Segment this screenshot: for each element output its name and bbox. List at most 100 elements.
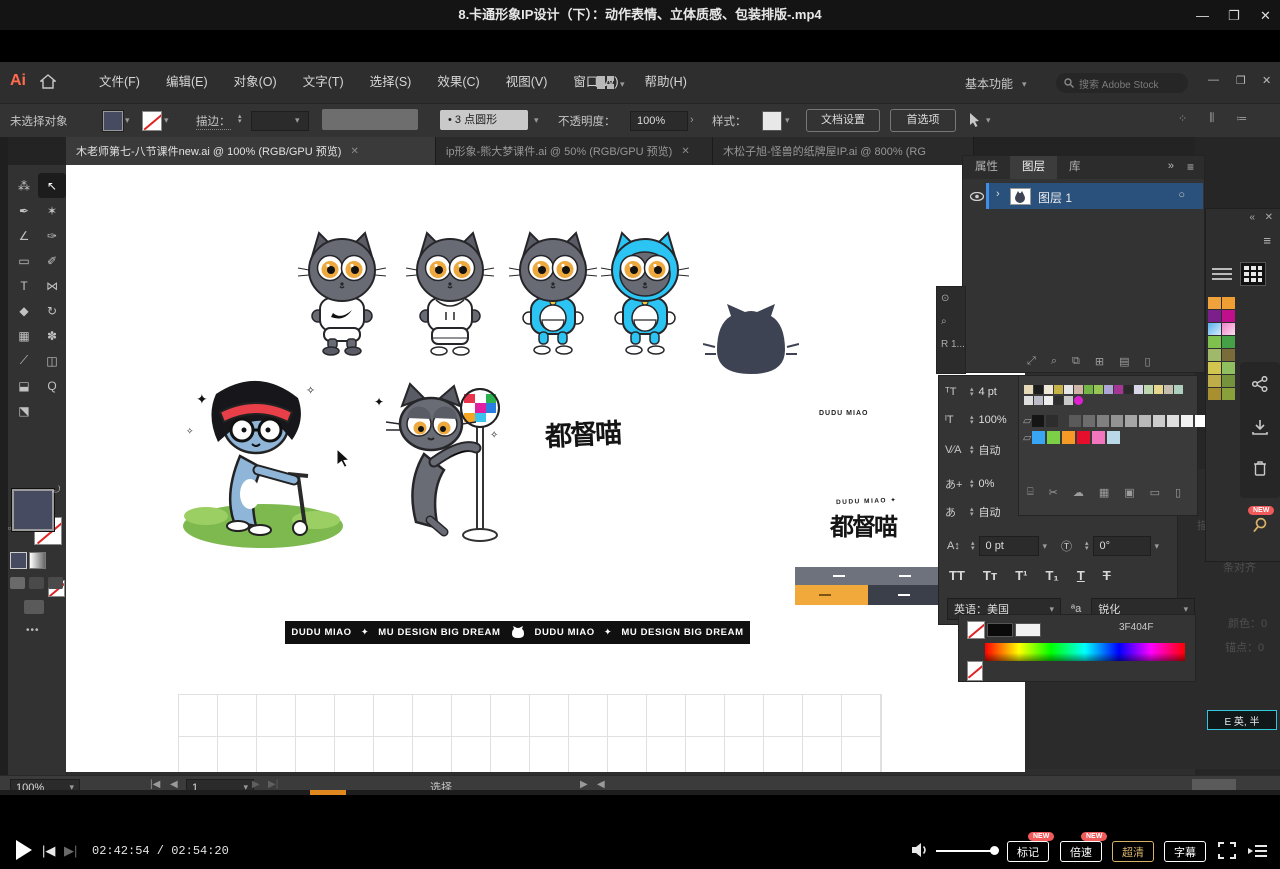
pattern-swatch[interactable] <box>1114 385 1123 394</box>
library-swatch[interactable] <box>1208 323 1221 335</box>
layers-footer-icon[interactable]: ⧉ <box>1072 355 1080 368</box>
tool-icon-18[interactable]: ⬔ <box>10 398 38 423</box>
color-none-swatch[interactable] <box>967 621 985 639</box>
swatches-footer-icon[interactable]: ✂ <box>1049 486 1058 499</box>
draw-behind-button[interactable] <box>29 577 44 589</box>
char-row[interactable]: あ▴▾自动 <box>945 504 1001 520</box>
playlist-icon[interactable] <box>1248 844 1267 858</box>
status-next-icon[interactable]: ▶ <box>580 779 588 790</box>
baseline-shift-control[interactable]: A↕ ▴▾ 0 pt ▾ <box>947 536 1047 556</box>
color-swatch[interactable] <box>1077 431 1090 444</box>
pattern-swatch[interactable] <box>1034 396 1043 405</box>
gray-swatch[interactable] <box>1083 415 1095 427</box>
draw-normal-button[interactable] <box>10 577 25 589</box>
char-stepper[interactable]: ▴▾ <box>970 507 974 517</box>
stroke-weight-value[interactable] <box>251 111 309 131</box>
screen-mode-button[interactable] <box>24 600 44 614</box>
swap-fill-stroke-icon[interactable]: ⤾ <box>52 485 60 496</box>
tool-icon-9[interactable]: ⋈ <box>38 273 66 298</box>
ai-close-icon[interactable]: ✕ <box>1262 74 1271 87</box>
chevron-right-icon[interactable]: › <box>690 114 694 126</box>
layers-footer-icon[interactable]: ▯ <box>1144 355 1150 368</box>
width-profile-preview[interactable] <box>322 109 418 130</box>
tool-icon-12[interactable]: ▦ <box>10 323 38 348</box>
list-view-icon[interactable] <box>1212 267 1232 283</box>
stroke-color-swatch[interactable] <box>142 111 162 131</box>
tool-icon-4[interactable]: ∠ <box>10 223 38 248</box>
tool-icon-2[interactable]: ✒ <box>10 198 38 223</box>
chevron-down-icon[interactable]: ▾ <box>534 115 539 126</box>
options-icon[interactable]: ⫼ <box>1209 112 1214 125</box>
char-stepper[interactable]: ▴▾ <box>970 415 974 425</box>
ai-restore-icon[interactable]: ❐ <box>1236 74 1246 87</box>
swatches-footer-icon[interactable]: ▣ <box>1124 486 1134 499</box>
window-maximize-icon[interactable]: ❐ <box>1228 8 1240 24</box>
swatches-footer-icon[interactable]: ▭ <box>1150 486 1160 499</box>
window-minimize-icon[interactable]: — <box>1196 8 1209 23</box>
default-fill-stroke-icon[interactable]: ▫ <box>8 523 11 533</box>
pattern-swatch[interactable] <box>1104 385 1113 394</box>
char-row-value[interactable]: 0% <box>979 478 995 490</box>
gray-swatch[interactable] <box>1069 415 1081 427</box>
library-swatch[interactable] <box>1222 388 1235 400</box>
tool-icon-6[interactable]: ▭ <box>10 248 38 273</box>
swatches-footer-icon[interactable]: ☁ <box>1073 486 1084 499</box>
tool-icon-8[interactable]: T <box>10 273 38 298</box>
pattern-swatch[interactable] <box>1044 396 1053 405</box>
pattern-swatch[interactable] <box>1164 385 1173 394</box>
play-button[interactable] <box>16 840 32 860</box>
player-button-标记[interactable]: 标记 <box>1007 841 1049 862</box>
menu-item-对[interactable]: 对象(O) <box>221 62 290 103</box>
collapse-icon[interactable]: « <box>1249 212 1255 223</box>
tool-icon-17[interactable]: Q <box>38 373 66 398</box>
player-button-字幕[interactable]: 字幕 <box>1164 841 1206 862</box>
collapsed-panel-icon[interactable]: ⊙ <box>937 287 965 310</box>
tool-icon-16[interactable]: ⬓ <box>10 373 38 398</box>
layers-footer-icon[interactable]: ⌕ <box>1051 355 1057 368</box>
layer-target-icon[interactable]: ○ <box>1178 189 1185 201</box>
chevron-down-icon[interactable]: ▾ <box>295 115 300 126</box>
gradient-mode-button[interactable] <box>29 552 46 569</box>
stroke-weight-stepper[interactable]: ▴▾ <box>238 114 242 124</box>
pattern-swatch[interactable] <box>1094 385 1103 394</box>
pattern-swatch[interactable] <box>1084 385 1093 394</box>
hex-value[interactable]: 3F404F <box>1119 622 1153 633</box>
trash-icon[interactable] <box>1253 460 1267 477</box>
cursor-options-icon[interactable] <box>968 112 981 128</box>
menu-item-视[interactable]: 视图(V) <box>493 62 561 103</box>
gray-swatch[interactable] <box>1139 415 1151 427</box>
brush-preset-select[interactable]: • 3 点圆形 <box>440 110 528 130</box>
gray-swatch[interactable] <box>1181 415 1193 427</box>
format-button-4[interactable]: T <box>1077 568 1085 583</box>
library-swatch[interactable] <box>1222 336 1235 348</box>
pattern-swatch[interactable] <box>1134 385 1143 394</box>
next-artboard-icon[interactable]: ▶ <box>252 779 260 790</box>
layer-row[interactable]: › 图层 1 ○ <box>964 183 1203 209</box>
stroke-weight-label[interactable]: 描边： <box>196 113 231 130</box>
download-icon[interactable] <box>1252 419 1268 435</box>
gray-swatch[interactable] <box>1097 415 1109 427</box>
color-swatch[interactable] <box>1107 431 1120 444</box>
chevron-down-icon[interactable]: ▾ <box>785 115 790 126</box>
options-icon[interactable]: ⁘ <box>1178 112 1187 125</box>
swatches-footer-icon[interactable]: ▦ <box>1099 486 1109 499</box>
panel-menu-icon[interactable]: ≡ <box>1187 160 1194 174</box>
tool-icon-13[interactable]: ✽ <box>38 323 66 348</box>
chevron-down-icon[interactable]: ▾ <box>620 79 625 90</box>
color-swatch[interactable] <box>1062 431 1075 444</box>
pattern-swatch[interactable] <box>1154 385 1163 394</box>
window-close-icon[interactable]: ✕ <box>1260 8 1271 24</box>
fill-proxy-swatch[interactable] <box>12 489 54 531</box>
preferences-button[interactable]: 首选项 <box>890 109 956 132</box>
tool-icon-1[interactable]: ↖ <box>38 173 66 198</box>
document-tab[interactable]: 木老师第七-八节课件new.ai @ 100% (RGB/GPU 预览)✕ <box>66 137 436 165</box>
menu-item-文[interactable]: 文字(T) <box>290 62 357 103</box>
library-swatch[interactable] <box>1222 375 1235 387</box>
menu-item-文[interactable]: 文件(F) <box>86 62 153 103</box>
color-swatch[interactable] <box>1032 431 1045 444</box>
char-row-value[interactable]: 100% <box>979 414 1007 426</box>
home-icon[interactable] <box>40 74 56 89</box>
library-swatch[interactable] <box>1208 388 1221 400</box>
library-swatch[interactable] <box>1222 323 1235 335</box>
arrange-documents-icon[interactable] <box>597 76 614 89</box>
